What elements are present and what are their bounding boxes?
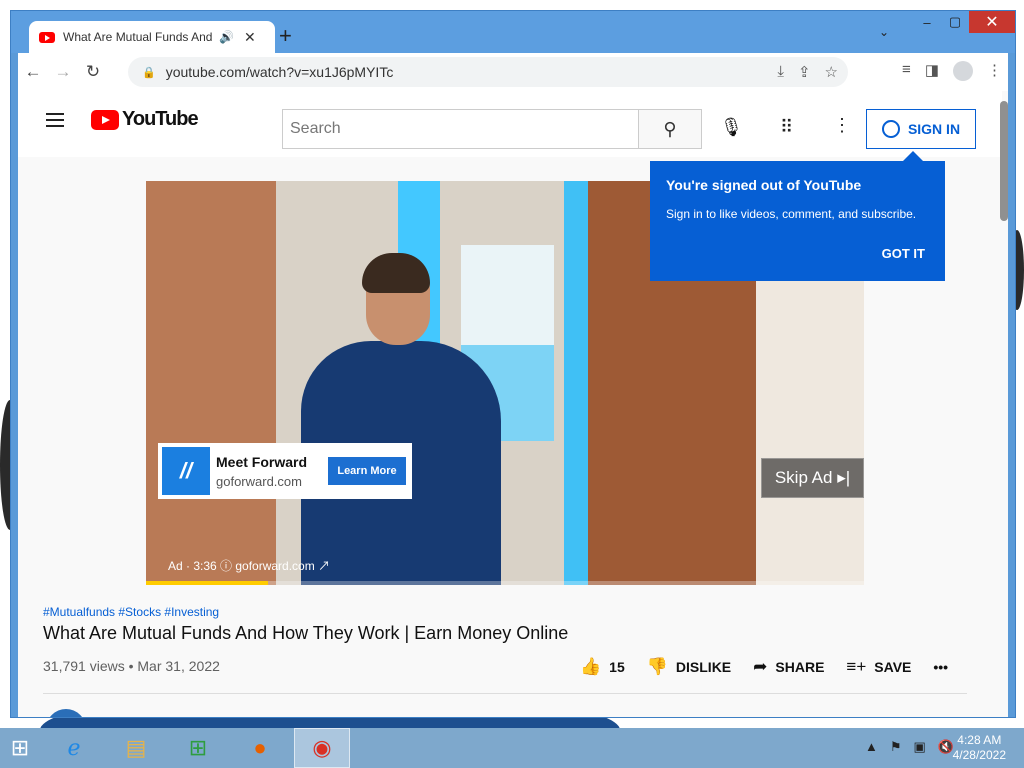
ad-text: Meet Forward goforward.com [216, 454, 320, 489]
tray-expand-icon[interactable]: ▲ [865, 739, 878, 755]
speaker-icon[interactable]: 🔊 [219, 30, 234, 44]
share-page-icon[interactable]: ⇪ [798, 63, 811, 81]
dislike-label: DISLIKE [675, 659, 732, 675]
profile-icon[interactable] [953, 61, 973, 81]
toolbar-right: ≡ ◨ ⋮ [902, 61, 1002, 81]
bookmark-star-icon[interactable]: ☆ [825, 63, 838, 81]
install-icon[interactable]: ⤓ [777, 63, 784, 81]
new-tab-button[interactable]: + [279, 23, 292, 49]
channel-avatar[interactable] [46, 709, 86, 717]
clock-time: 4:28 AM [957, 733, 1002, 747]
address-bar[interactable]: 🔒 youtube.com/watch?v=xu1J6pMYITc ⤓ ⇪ ☆ [128, 57, 848, 87]
media-control-icon[interactable]: ≡ [902, 61, 911, 81]
ad-name: Meet Forward [216, 453, 308, 470]
search-icon: ⚲ [663, 118, 677, 139]
youtube-logo[interactable]: YouTube [91, 108, 199, 131]
playlist-add-icon: ≡+ [846, 657, 867, 676]
clock[interactable]: 4:28 AM 4/28/2022 [953, 733, 1006, 763]
firefox-icon[interactable]: ● [232, 728, 288, 768]
view-count-date: 31,791 views • Mar 31, 2022 [43, 658, 220, 674]
youtube-page: YouTube Search ⚲ 🎙 ⠿ ⋮ SIGN IN // Meet F… [18, 91, 1008, 717]
skip-ad-button[interactable]: Skip Ad ▸| [761, 458, 864, 498]
tab-search-icon[interactable]: ⌄ [879, 25, 889, 39]
learn-more-button[interactable]: Learn More [328, 457, 406, 485]
browser-window: What Are Mutual Funds And 🔊 ✕ + ⌄ ‒ ▢ ✕ … [10, 10, 1016, 718]
popup-title: You're signed out of YouTube [666, 177, 862, 193]
ad-progress-fill [146, 581, 269, 585]
ad-meta[interactable]: Ad · 3:36 ⓘ goforward.com ↗ [168, 557, 330, 574]
side-panel-icon[interactable]: ◨ [925, 61, 939, 81]
store-icon[interactable]: ⊞ [170, 728, 226, 768]
youtube-header: YouTube Search ⚲ 🎙 ⠿ ⋮ SIGN IN [18, 91, 1002, 157]
tab-close-icon[interactable]: ✕ [244, 29, 256, 46]
divider [43, 693, 967, 694]
ad-overlay-card[interactable]: // Meet Forward goforward.com Learn More [158, 443, 412, 499]
video-title: What Are Mutual Funds And How They Work … [43, 623, 569, 643]
action-center-flag-icon[interactable]: ⚑ [890, 739, 902, 755]
browser-toolbar: ← → ↻ 🔒 youtube.com/watch?v=xu1J6pMYITc … [18, 53, 1008, 91]
dislike-button[interactable]: 👎 DISLIKE [647, 657, 731, 677]
windows-start-icon[interactable]: ⊞ [0, 728, 40, 768]
forward-icon[interactable]: → [48, 62, 78, 82]
clock-date: 4/28/2022 [952, 748, 1006, 762]
back-icon[interactable]: ← [18, 62, 48, 82]
reload-icon[interactable]: ↻ [78, 62, 108, 82]
search-button[interactable]: ⚲ [638, 109, 702, 149]
page-scrollbar[interactable] [1000, 101, 1008, 221]
close-button[interactable]: ✕ [969, 11, 1015, 33]
taskbar: ⊞ ℯ ▤ ⊞ ● ◉ ▲ ⚑ ▣ 🔇 4:28 AM 4/28/2022 [0, 728, 1024, 768]
address-bar-icons: ⤓ ⇪ ☆ [777, 63, 838, 81]
popup-body: Sign in to like videos, comment, and sub… [666, 207, 917, 221]
tab-title: What Are Mutual Funds And [63, 30, 213, 44]
save-button[interactable]: ≡+ SAVE [846, 657, 911, 677]
user-icon [881, 120, 900, 138]
video-actions: 👍 15 👎 DISLIKE ➦ SHARE ≡+ SAVE ••• [580, 657, 948, 677]
save-label: SAVE [874, 659, 912, 675]
settings-more-icon[interactable]: ⋮ [833, 115, 851, 136]
got-it-button[interactable]: GOT IT [882, 246, 925, 261]
search-input[interactable]: Search [282, 109, 640, 149]
signed-out-popup: You're signed out of YouTube Sign in to … [650, 151, 945, 281]
browser-menu-icon[interactable]: ⋮ [987, 61, 1002, 81]
more-actions-button[interactable]: ••• [933, 659, 948, 675]
video-frame-screen-top [461, 245, 554, 345]
minimize-button[interactable]: ‒ [913, 11, 941, 33]
like-button[interactable]: 👍 15 [580, 657, 625, 677]
volume-muted-icon[interactable]: 🔇 [938, 739, 954, 755]
apps-grid-icon[interactable]: ⠿ [780, 117, 793, 138]
internet-explorer-icon[interactable]: ℯ [46, 728, 102, 768]
video-hashtags[interactable]: #Mutualfunds #Stocks #Investing [43, 605, 219, 619]
title-bar: What Are Mutual Funds And 🔊 ✕ + ⌄ ‒ ▢ ✕ [11, 11, 1015, 53]
share-label: SHARE [775, 659, 825, 675]
sign-in-label: SIGN IN [907, 121, 961, 137]
search-placeholder: Search [290, 120, 341, 137]
logo-text: YouTube [122, 108, 199, 130]
network-icon[interactable]: ▣ [914, 739, 926, 755]
share-icon: ➦ [753, 657, 768, 676]
video-frame-light-2 [564, 181, 588, 585]
chrome-icon[interactable]: ◉ [294, 728, 350, 768]
lock-icon[interactable]: 🔒 [142, 66, 156, 79]
window-controls: ‒ ▢ ✕ [913, 11, 1015, 33]
menu-hamburger-icon[interactable] [46, 113, 64, 127]
url-text[interactable]: youtube.com/watch?v=xu1J6pMYITc [166, 64, 394, 80]
thumbs-up-icon: 👍 [580, 657, 602, 676]
youtube-favicon-icon [39, 31, 55, 43]
ad-progress-bar[interactable] [146, 581, 864, 585]
youtube-play-icon [91, 109, 119, 130]
ad-domain: goforward.com [216, 473, 302, 489]
sign-in-button[interactable]: SIGN IN [866, 109, 976, 149]
like-count: 15 [609, 659, 625, 675]
file-explorer-icon[interactable]: ▤ [108, 728, 164, 768]
browser-tab[interactable]: What Are Mutual Funds And 🔊 ✕ [29, 21, 275, 53]
share-button[interactable]: ➦ SHARE [753, 657, 824, 677]
maximize-button[interactable]: ▢ [941, 11, 969, 33]
system-tray: ▲ ⚑ ▣ 🔇 [865, 739, 954, 755]
microphone-icon[interactable]: 🎙 [720, 117, 743, 138]
thumbs-down-icon: 👎 [646, 657, 668, 676]
more-actions-icon: ••• [933, 659, 949, 675]
forward-logo-icon: // [162, 447, 210, 495]
video-frame-wall [146, 181, 276, 585]
